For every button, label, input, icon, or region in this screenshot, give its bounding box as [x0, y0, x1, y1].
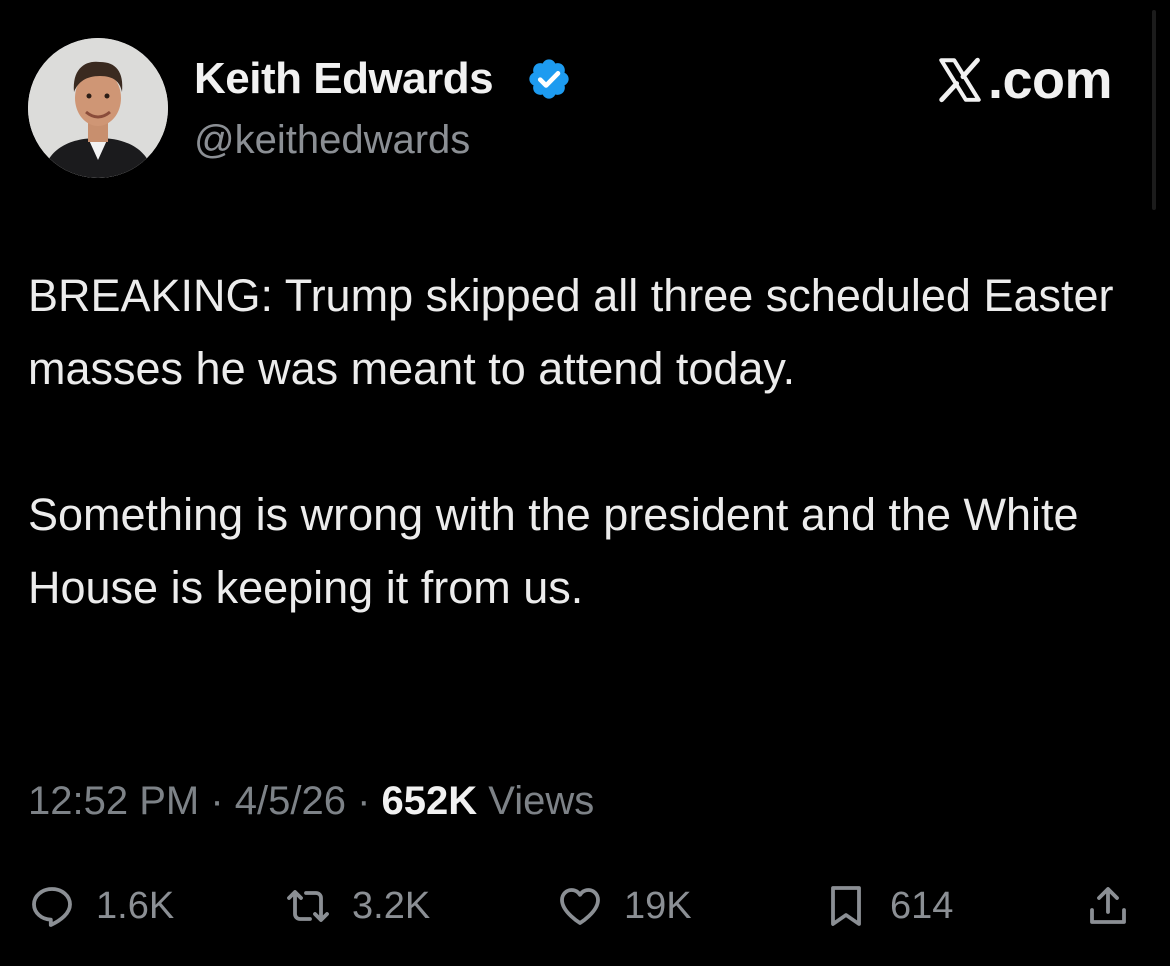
tweet-paragraph: BREAKING: Trump skipped all three schedu… — [28, 270, 1114, 394]
author-display-name[interactable]: Keith Edwards — [194, 54, 494, 104]
reply-count: 1.6K — [96, 884, 175, 927]
tweet-paragraph: Something is wrong with the president an… — [28, 489, 1079, 613]
meta-separator: · — [345, 779, 382, 823]
meta-separator: · — [199, 779, 235, 823]
verified-badge-icon — [529, 59, 569, 99]
like-icon — [560, 888, 600, 925]
like-button[interactable]: 19K — [556, 876, 692, 936]
tweet-time[interactable]: 12:52 PM — [28, 779, 199, 823]
views-count[interactable]: 652K — [382, 779, 478, 823]
brand-text: .com — [987, 50, 1113, 110]
repost-icon — [287, 890, 329, 922]
reply-icon — [32, 887, 72, 927]
reply-button[interactable]: 1.6K — [28, 876, 174, 936]
share-button[interactable] — [1084, 876, 1132, 936]
profile-photo — [28, 38, 168, 178]
tweet-meta: 12:52 PM · 4/5/26 · 652K Views — [28, 776, 594, 826]
brand-watermark: .com — [934, 50, 1113, 110]
author-handle[interactable]: @keithedwards — [194, 116, 470, 164]
like-count: 19K — [624, 884, 692, 927]
bookmark-button[interactable]: 614 — [822, 876, 953, 936]
tweet-date[interactable]: 4/5/26 — [235, 779, 346, 823]
views-label: Views — [477, 779, 595, 823]
repost-count: 3.2K — [352, 884, 431, 927]
repost-button[interactable]: 3.2K — [284, 876, 430, 936]
bookmark-icon — [831, 886, 861, 926]
action-bar: 1.6K 3.2K 19K 614 — [0, 876, 1170, 936]
avatar[interactable] — [28, 38, 168, 178]
share-icon — [1090, 887, 1126, 924]
bookmark-count: 614 — [890, 884, 954, 927]
tweet-text: BREAKING: Trump skipped all three schedu… — [28, 259, 1128, 624]
x-logo-icon — [939, 57, 981, 103]
scrollbar[interactable] — [1152, 10, 1156, 210]
